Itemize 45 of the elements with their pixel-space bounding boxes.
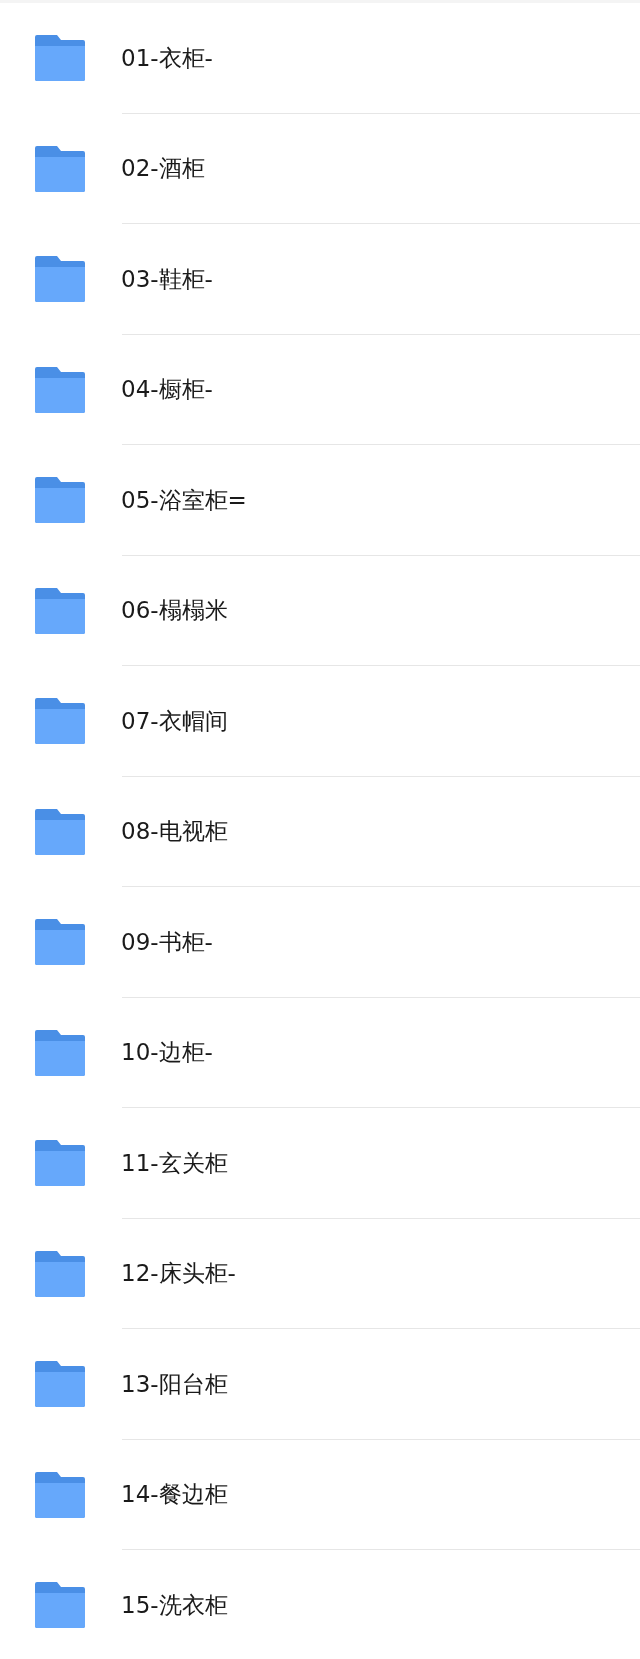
folder-item[interactable]: 08-电视柜 (0, 776, 640, 887)
folder-item[interactable]: 12-床头柜- (0, 1218, 640, 1329)
folder-name: 08-电视柜 (121, 817, 228, 847)
folder-name: 14-餐边柜 (121, 1480, 228, 1510)
folder-icon (35, 1029, 85, 1076)
folder-icon (35, 1582, 85, 1629)
folder-icon (35, 256, 85, 303)
folder-item[interactable]: 02-酒柜 (0, 113, 640, 224)
folder-name: 09-书柜- (121, 927, 213, 957)
folder-icon (35, 919, 85, 966)
folder-item[interactable]: 11-玄关柜 (0, 1108, 640, 1219)
folder-name: 04-橱柜- (121, 375, 213, 405)
folder-icon (35, 366, 85, 413)
folder-item[interactable]: 09-书柜- (0, 887, 640, 998)
folder-name: 12-床头柜- (121, 1259, 236, 1289)
folder-name: 15-洗衣柜 (121, 1590, 228, 1620)
folder-icon (35, 808, 85, 855)
folder-item[interactable]: 06-榻榻米 (0, 555, 640, 666)
folder-name: 13-阳台柜 (121, 1369, 228, 1399)
folder-name: 10-边柜- (121, 1038, 213, 1068)
folder-icon (35, 35, 85, 82)
folder-item[interactable]: 03-鞋柜- (0, 224, 640, 335)
folder-name: 01-衣柜- (121, 43, 213, 73)
folder-item[interactable]: 01-衣柜- (0, 3, 640, 114)
folder-icon (35, 587, 85, 634)
folder-name: 05-浴室柜= (121, 485, 247, 515)
folder-item[interactable]: 10-边柜- (0, 997, 640, 1108)
folder-icon (35, 1250, 85, 1297)
folder-item[interactable]: 13-阳台柜 (0, 1329, 640, 1440)
folder-item[interactable]: 14-餐边柜 (0, 1439, 640, 1550)
folder-name: 02-酒柜 (121, 154, 205, 184)
folder-name: 07-衣帽间 (121, 706, 228, 736)
folder-icon (35, 145, 85, 192)
folder-icon (35, 1140, 85, 1187)
folder-icon (35, 698, 85, 745)
folder-icon (35, 1471, 85, 1518)
folder-item[interactable]: 04-橱柜- (0, 334, 640, 445)
folder-item[interactable]: 05-浴室柜= (0, 445, 640, 556)
folder-icon (35, 477, 85, 524)
folder-icon (35, 1361, 85, 1408)
folder-name: 06-榻榻米 (121, 596, 228, 626)
folder-item[interactable]: 07-衣帽间 (0, 666, 640, 777)
folder-name: 03-鞋柜- (121, 264, 213, 294)
folder-item[interactable]: 15-洗衣柜 (0, 1550, 640, 1659)
folder-name: 11-玄关柜 (121, 1148, 228, 1178)
